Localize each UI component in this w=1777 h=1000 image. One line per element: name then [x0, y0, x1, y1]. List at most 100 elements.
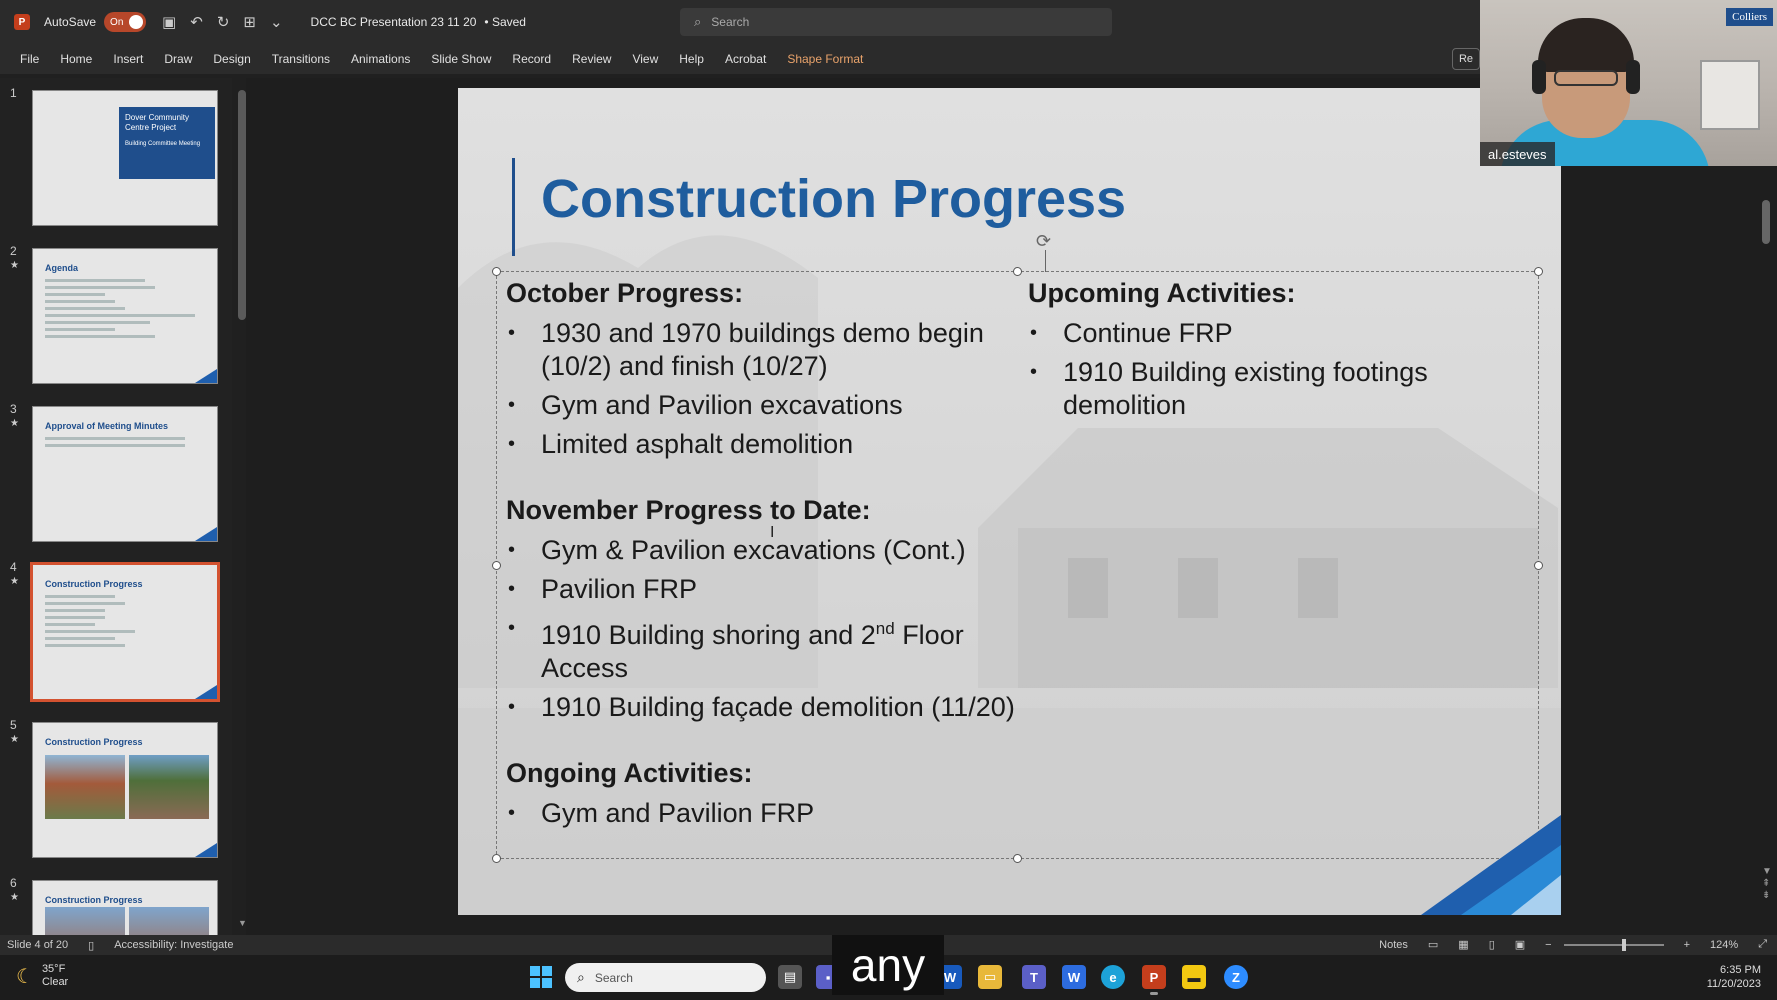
rotate-handle-icon[interactable]: ⟳ [1036, 231, 1051, 252]
zoom-slider[interactable] [1563, 938, 1664, 951]
slide-canvas[interactable]: Construction Progress ⟳ October Progress… [458, 88, 1561, 915]
live-caption: any [832, 935, 944, 995]
fit-slide-icon[interactable]: ⤢ [1758, 938, 1767, 951]
tab-draw[interactable]: Draw [164, 52, 192, 66]
thumbnail-slide-3[interactable]: 3 ★ Approval of Meeting Minutes [0, 402, 232, 542]
thumbnail-slide-6[interactable]: 6 ★ Construction Progress [0, 876, 232, 935]
teams-icon[interactable]: T [1022, 965, 1046, 989]
tab-transitions[interactable]: Transitions [272, 52, 330, 66]
present-icon[interactable]: ⊞ [243, 13, 256, 31]
moon-icon: ☾ [16, 965, 34, 988]
file-explorer-icon[interactable]: ▭ [978, 965, 1002, 989]
notes-button[interactable]: Notes [1379, 939, 1408, 951]
tab-acrobat[interactable]: Acrobat [725, 52, 766, 66]
tab-design[interactable]: Design [213, 52, 250, 66]
thumbnail-photo [45, 755, 125, 819]
superscript: nd [875, 619, 895, 638]
slide-corner-decoration [1421, 815, 1561, 915]
animation-star-icon: ★ [10, 418, 19, 429]
slideshow-icon[interactable]: ▣ [1515, 938, 1525, 951]
thumbnail-scrollbar[interactable]: ▼ [238, 80, 247, 930]
tab-view[interactable]: View [632, 52, 658, 66]
redo-icon[interactable]: ↻ [217, 13, 230, 31]
zoom-icon[interactable]: Z [1224, 965, 1248, 989]
record-button[interactable]: Re [1452, 48, 1480, 70]
tab-shape-format[interactable]: Shape Format [787, 52, 863, 66]
tab-file[interactable]: File [20, 52, 39, 66]
autosave-label: AutoSave [44, 15, 97, 29]
resize-handle[interactable] [492, 561, 501, 570]
animation-star-icon: ★ [10, 576, 19, 587]
slide-number: 1 [10, 86, 17, 100]
text-cursor-icon: I [770, 524, 775, 541]
undo-icon[interactable]: ↶ [190, 13, 203, 31]
thumbnail-card[interactable]: Approval of Meeting Minutes [32, 406, 218, 542]
editor-scrollbar-thumb[interactable] [1762, 200, 1770, 244]
animation-star-icon: ★ [10, 892, 19, 903]
thumbnail-card[interactable]: Dover Community Centre Project Building … [32, 90, 218, 226]
thumbnail-card[interactable]: Construction Progress [32, 722, 218, 858]
tab-home[interactable]: Home [60, 52, 92, 66]
tab-slide-show[interactable]: Slide Show [431, 52, 491, 66]
slide-title[interactable]: Construction Progress [541, 168, 1126, 230]
windows-start-icon[interactable] [530, 966, 552, 988]
powerpoint-logo-icon: P [14, 14, 30, 30]
webcam-overlay: Colliers al.esteves [1480, 0, 1777, 166]
webex-icon[interactable]: W [1062, 965, 1086, 989]
tab-record[interactable]: Record [512, 52, 551, 66]
thumbnail-slide-5[interactable]: 5 ★ Construction Progress [0, 718, 232, 858]
scrollbar-thumb[interactable] [238, 90, 246, 320]
zoom-in-icon[interactable]: + [1684, 939, 1690, 951]
reading-view-icon[interactable]: ▯ [1489, 938, 1495, 951]
thumbnail-slide-4[interactable]: 4 ★ Construction Progress [0, 560, 232, 702]
normal-view-icon[interactable]: ▭ [1428, 938, 1438, 951]
document-title[interactable]: DCC BC Presentation 23 11 20 [311, 15, 477, 29]
slide-thumbnail-pane: 1 Dover Community Centre Project Buildin… [0, 78, 232, 935]
autosave-toggle[interactable]: On [104, 12, 147, 32]
thumbnail-card[interactable]: Construction Progress [32, 880, 218, 935]
slide-number: 3 [10, 402, 17, 416]
tab-help[interactable]: Help [679, 52, 704, 66]
thumbnail-title-box: Dover Community Centre Project Building … [119, 107, 215, 179]
zoom-level[interactable]: 124% [1710, 939, 1738, 951]
customize-toolbar-icon[interactable]: ⌄ [270, 13, 283, 31]
taskbar-search-input[interactable]: ⌕ Search [565, 963, 766, 992]
save-icon[interactable]: ▣ [162, 13, 176, 31]
thumbnail-slide-1[interactable]: 1 Dover Community Centre Project Buildin… [0, 86, 232, 226]
resize-handle[interactable] [1013, 267, 1022, 276]
resize-handle[interactable] [492, 854, 501, 863]
left-column: October Progress: 1930 and 1970 building… [506, 278, 1016, 864]
tab-review[interactable]: Review [572, 52, 611, 66]
headset-icon [1626, 60, 1640, 94]
powerpoint-taskbar-icon[interactable]: P [1142, 965, 1166, 995]
thumbnail-card-selected[interactable]: Construction Progress [30, 562, 220, 702]
search-icon: ⌕ [694, 14, 702, 29]
resize-handle[interactable] [1534, 267, 1543, 276]
sticky-notes-icon[interactable]: ▬ [1182, 965, 1206, 989]
thumbnail-card[interactable]: Agenda [32, 248, 218, 384]
headset-icon [1532, 60, 1546, 94]
tab-insert[interactable]: Insert [113, 52, 143, 66]
resize-handle[interactable] [1534, 561, 1543, 570]
editor-scroll-arrows[interactable]: ▼ ⇞ ⇟ [1762, 866, 1772, 902]
edge-browser-icon[interactable]: e [1101, 965, 1125, 989]
glasses [1554, 70, 1618, 86]
thumbnail-slide-2[interactable]: 2 ★ Agenda [0, 244, 232, 384]
tab-animations[interactable]: Animations [351, 52, 410, 66]
zoom-out-icon[interactable]: − [1545, 939, 1551, 951]
thumbnail-title: Construction Progress [45, 895, 143, 905]
accessibility-status[interactable]: Accessibility: Investigate [114, 939, 233, 951]
toggle-knob [129, 15, 144, 29]
search-input[interactable]: ⌕ Search [680, 8, 1112, 36]
task-view-icon[interactable]: ▤ [778, 965, 802, 989]
resize-handle[interactable] [492, 267, 501, 276]
zoom-slider-knob[interactable] [1621, 938, 1626, 951]
thumbnail-title: Dover Community Centre Project [125, 113, 190, 132]
spelling-icon[interactable]: ▯ [88, 939, 94, 952]
slide-sorter-icon[interactable]: ▦ [1458, 938, 1468, 951]
system-clock[interactable]: 6:35 PM 11/20/2023 [1707, 963, 1761, 991]
weather-widget[interactable]: ☾ 35°F Clear [16, 963, 68, 989]
thumbnail-photo [129, 755, 209, 819]
slide-counter[interactable]: Slide 4 of 20 [7, 939, 68, 951]
saved-state[interactable]: • Saved [484, 15, 526, 29]
